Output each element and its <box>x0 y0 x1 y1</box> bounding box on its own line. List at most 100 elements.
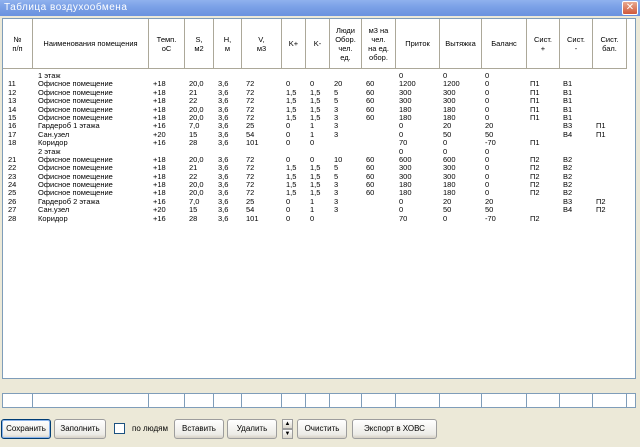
table-row[interactable]: 1 этаж 0 0 0 <box>3 72 635 80</box>
table-row[interactable]: 26 Гардероб 2 этажа +16 7,0 3,6 25 0 1 3 0 20 20 В3 П… <box>3 197 635 206</box>
table-row[interactable]: 23 Офисное помещение +18 22 3,6 72 1,5 1,5 5 60 30… <box>3 172 635 181</box>
table-cell: П2 <box>530 164 540 173</box>
insert-button[interactable]: Вставить <box>174 419 224 439</box>
table-cell: 0 <box>485 72 490 80</box>
totals-cell <box>330 394 362 407</box>
table-cell: П2 <box>530 181 540 190</box>
table-cell: 3,6 <box>218 206 229 215</box>
table-cell: 1,5 <box>310 164 321 173</box>
table-cell: В4 <box>563 130 573 139</box>
export-button[interactable]: Экспорт в ХОВС <box>352 419 437 439</box>
table-cell: 0 <box>443 214 448 223</box>
table-cell: 3 <box>334 206 339 215</box>
totals-row <box>2 393 636 408</box>
table-cell: 1,5 <box>310 97 321 106</box>
table-cell: 1 <box>310 130 315 139</box>
close-icon[interactable]: ✕ <box>622 1 638 15</box>
table-cell: 1,5 <box>310 172 321 181</box>
table-cell: 3,6 <box>218 214 229 223</box>
table-cell: В1 <box>563 88 573 97</box>
table-cell: Гардероб 1 этажа <box>38 122 100 131</box>
table-cell: 1,5 <box>286 105 297 114</box>
table-cell: 0 <box>443 147 448 156</box>
table-cell: 0 <box>399 147 404 156</box>
totals-cell <box>362 394 396 407</box>
table-cell: Офисное помещение <box>38 80 113 89</box>
table-row[interactable]: 2 этаж 0 0 0 <box>3 147 635 156</box>
table-row[interactable]: 28 Коридор +16 28 3,6 101 0 0 70 0 -70 П2 <box>3 214 635 223</box>
table-cell: 0 <box>399 72 404 80</box>
clear-button[interactable]: Очистить <box>297 419 347 439</box>
table-cell: 300 <box>399 88 412 97</box>
table-cell: 60 <box>366 164 375 173</box>
table-row[interactable]: 17 Сан.узел +20 15 3,6 54 0 1 3 0 50 50 В4 П1 <box>3 130 635 139</box>
table-cell: 72 <box>246 172 255 181</box>
window-title: Таблица воздухообмена <box>4 2 128 13</box>
column-header: Сист. + <box>527 19 560 69</box>
air-exchange-table[interactable]: № п/п Наименования помещения Темп. oC S, м2… <box>2 18 636 379</box>
window-titlebar: Таблица воздухообмена ✕ <box>0 0 640 16</box>
table-cell: 0 <box>485 181 490 190</box>
table-row[interactable]: 27 Сан.узел +20 15 3,6 54 0 1 3 0 50 50 В4 П2 <box>3 206 635 215</box>
totals-cell <box>185 394 214 407</box>
table-cell: 3,6 <box>218 197 229 206</box>
table-cell: -70 <box>485 214 496 223</box>
column-header: № п/п <box>3 19 33 69</box>
table-row[interactable]: 12 Офисное помещение +18 21 3,6 72 1,5 1,5 5 60 30… <box>3 88 635 97</box>
table-cell: 1200 <box>399 80 416 89</box>
table-row[interactable]: 11 Офисное помещение +18 20,0 3,6 72 0 0 20 60 120… <box>3 80 635 89</box>
save-button[interactable]: Сохранить <box>1 419 51 439</box>
table-cell: 300 <box>443 164 456 173</box>
spin-down-icon[interactable]: ▼ <box>282 429 293 439</box>
table-cell: 0 <box>286 206 291 215</box>
table-cell: 0 <box>485 88 490 97</box>
by-people-label: по людям <box>132 424 168 433</box>
table-cell: Сан.узел <box>38 130 70 139</box>
table-cell: П2 <box>596 206 606 215</box>
totals-cell <box>306 394 330 407</box>
table-cell: 15 <box>189 206 198 215</box>
table-cell: 0 <box>310 155 315 164</box>
table-cell: 0 <box>399 130 404 139</box>
column-header: Баланс <box>482 19 527 69</box>
row-order-spinner[interactable]: ▲ ▼ <box>282 419 293 439</box>
table-row[interactable]: 13 Офисное помещение +18 22 3,6 72 1,5 1,5 5 60 30… <box>3 97 635 106</box>
table-row[interactable]: 15 Офисное помещение +18 20,0 3,6 72 1,5 1,5 3 60… <box>3 113 635 122</box>
table-cell: 20,0 <box>189 155 204 164</box>
table-row[interactable]: 22 Офисное помещение +18 21 3,6 72 1,5 1,5 5 60 30… <box>3 164 635 173</box>
table-cell: 20,0 <box>189 80 204 89</box>
totals-cell <box>482 394 527 407</box>
delete-button[interactable]: Удалить <box>227 419 277 439</box>
table-cell: 101 <box>246 139 259 148</box>
table-cell: П1 <box>530 97 540 106</box>
table-row[interactable]: 18 Коридор +16 28 3,6 101 0 0 70 0 -70 П1 <box>3 139 635 148</box>
table-cell: 20 <box>334 80 343 89</box>
column-header: Сист. бал. <box>593 19 627 69</box>
table-cell: +18 <box>153 80 166 89</box>
table-cell: 50 <box>485 130 494 139</box>
table-cell: П2 <box>530 214 540 223</box>
by-people-checkbox[interactable] <box>114 423 125 434</box>
table-cell: 300 <box>399 97 412 106</box>
table-cell: 3,6 <box>218 155 229 164</box>
table-cell: Офисное помещение <box>38 105 113 114</box>
totals-cell <box>3 394 33 407</box>
spin-up-icon[interactable]: ▲ <box>282 419 293 429</box>
table-cell: 1,5 <box>286 113 297 122</box>
table-row[interactable]: 25 Офисное помещение +18 20,0 3,6 72 1,5 1,5 3 60… <box>3 189 635 197</box>
table-cell: +16 <box>153 197 166 206</box>
table-cell: 1 <box>310 197 315 206</box>
table-cell: 72 <box>246 105 255 114</box>
table-cell: 0 <box>286 139 291 148</box>
fill-button[interactable]: Заполнить <box>54 419 106 439</box>
table-row[interactable]: 24 Офисное помещение +18 20,0 3,6 72 1,5 1,5 3 60… <box>3 181 635 190</box>
table-cell: В1 <box>563 105 573 114</box>
table-row[interactable]: 16 Гардероб 1 этажа +16 7,0 3,6 25 0 1 3 0 20 20 В3 П… <box>3 122 635 131</box>
table-cell: 5 <box>334 172 339 181</box>
table-cell: 1,5 <box>286 88 297 97</box>
table-row[interactable]: 14 Офисное помещение +18 20,0 3,6 72 1,5 1,5 3 60… <box>3 105 635 114</box>
table-cell: В1 <box>563 97 573 106</box>
table-cell: 10 <box>334 155 343 164</box>
totals-cell <box>593 394 627 407</box>
table-row[interactable]: 21 Офисное помещение +18 20,0 3,6 72 0 0 10 60 600… <box>3 155 635 164</box>
